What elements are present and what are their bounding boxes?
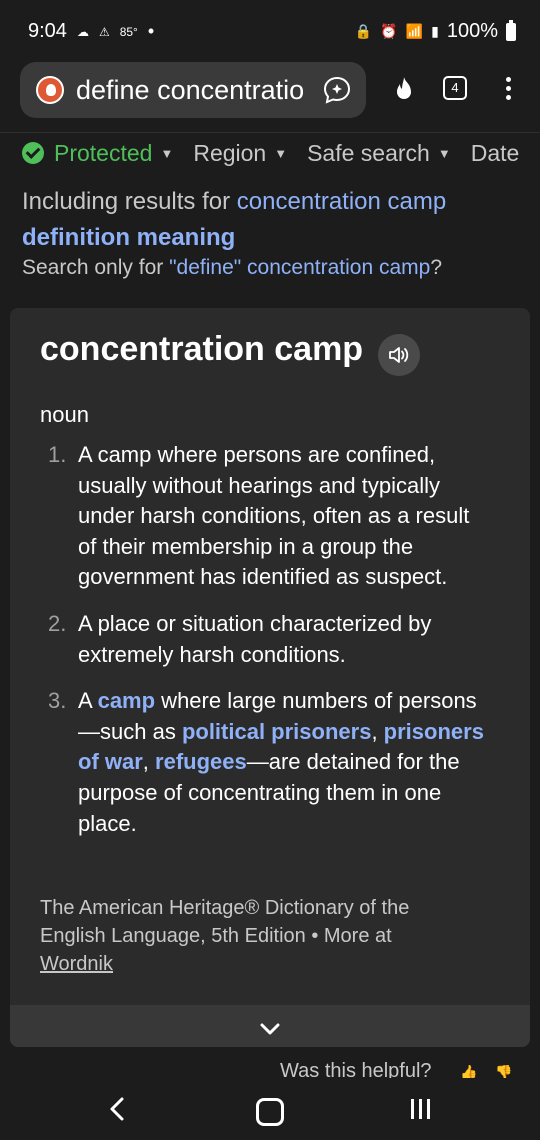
- address-bar[interactable]: define concentratio: [20, 62, 366, 118]
- including-prefix: Including results for: [22, 188, 237, 215]
- definition-card: concentration camp noun 1. A camp where …: [10, 308, 530, 1046]
- browser-toolbar: define concentratio 4: [0, 62, 540, 132]
- safe-search-filter[interactable]: Safe search ▼: [307, 140, 451, 167]
- speaker-icon[interactable]: [378, 334, 420, 376]
- including-results: Including results for concentration camp…: [22, 184, 522, 256]
- definition-item: 3. A camp where large numbers of persons…: [48, 686, 488, 839]
- definition-item: 1. A camp where persons are confined, us…: [48, 440, 488, 593]
- date-label: Date: [470, 139, 520, 166]
- search-only-for: Search only for "define" concentration c…: [22, 256, 442, 280]
- chevron-down-icon: ▼: [437, 145, 451, 161]
- text-segment: A: [78, 688, 98, 714]
- helpful-prompt: Was this helpful?: [280, 1060, 432, 1080]
- search-filters: Protected ▼ Region ▼ Safe search ▼ Date: [0, 132, 540, 173]
- search-only-suffix: ?: [430, 256, 442, 279]
- alarm-icon: ⏰: [380, 23, 398, 39]
- region-label: Region: [193, 139, 267, 166]
- definition-list: 1. A camp where persons are confined, us…: [48, 440, 488, 855]
- camp-link[interactable]: camp: [98, 688, 155, 713]
- region-filter[interactable]: Region ▼: [193, 140, 287, 167]
- date-filter[interactable]: Date: [471, 140, 520, 167]
- definition-text: A place or situation characterized by ex…: [78, 610, 432, 667]
- duck-chat-icon[interactable]: [322, 75, 352, 105]
- status-time: 9:04: [28, 20, 67, 42]
- political-prisoners-link[interactable]: political prisoners: [182, 719, 372, 744]
- cloud-sync-icon: ☁: [76, 24, 89, 39]
- temperature: 85°: [119, 24, 138, 39]
- protected-label: Protected: [54, 139, 153, 166]
- battery-icon: [506, 19, 516, 41]
- text-segment: ,: [371, 718, 384, 744]
- feedback-buttons: 👍 👎: [460, 1064, 520, 1080]
- duckduckgo-logo-icon: [36, 76, 64, 104]
- safe-search-label: Safe search: [307, 139, 430, 166]
- definition-number: 1.: [48, 442, 67, 467]
- overflow-menu-icon[interactable]: [500, 74, 516, 104]
- home-icon[interactable]: [256, 1098, 284, 1126]
- signal-icon: ▮: [431, 23, 439, 39]
- refugees-link[interactable]: refugees: [155, 749, 247, 774]
- definition-text: A camp where large numbers of persons—su…: [78, 686, 488, 839]
- chevron-down-icon: ▼: [274, 145, 288, 161]
- search-only-prefix: Search only for: [22, 256, 170, 279]
- status-bar: 9:04 ☁ ⚠ 85° • 🔒 ⏰ 📶 ▮ 100%: [0, 0, 540, 62]
- wifi-icon: 📶: [405, 23, 424, 39]
- check-circle-icon: [22, 142, 44, 164]
- warning-icon: ⚠: [98, 24, 110, 39]
- tab-switcher-button[interactable]: 4: [443, 76, 467, 100]
- system-nav-bar: [0, 1078, 540, 1140]
- corrected-query-link[interactable]: concentration camp: [237, 188, 446, 215]
- status-right: 🔒 ⏰ 📶 ▮ 100%: [354, 19, 516, 43]
- original-query-link[interactable]: "define" concentration camp: [169, 256, 430, 279]
- back-icon[interactable]: [104, 1095, 132, 1123]
- wordnik-link[interactable]: Wordnik: [40, 953, 113, 975]
- recent-apps-icon[interactable]: [408, 1098, 434, 1120]
- definition-text: A camp where persons are confined, usual…: [78, 442, 470, 590]
- corrected-query-bold[interactable]: definition meaning: [22, 224, 235, 251]
- definition-item: 2. A place or situation characterized by…: [48, 609, 488, 670]
- definition-source: The American Heritage® Dictionary of the…: [40, 897, 410, 975]
- status-left: 9:04 ☁ ⚠ 85° •: [28, 20, 154, 43]
- definition-number: 2.: [48, 610, 67, 636]
- expand-definition-button[interactable]: [10, 1005, 530, 1047]
- address-text[interactable]: define concentratio: [76, 75, 316, 106]
- definition-word: concentration camp: [40, 330, 364, 368]
- chevron-down-icon: [260, 1023, 280, 1035]
- chevron-down-icon: ▼: [160, 145, 174, 161]
- definition-number: 3.: [48, 688, 67, 714]
- lock-icon: 🔒: [354, 23, 373, 39]
- notification-dot-icon: •: [147, 21, 155, 41]
- more-at-label: More at: [323, 925, 392, 947]
- part-of-speech: noun: [40, 402, 89, 427]
- fire-button-icon[interactable]: [389, 75, 419, 105]
- protected-filter[interactable]: Protected ▼: [22, 140, 173, 167]
- battery-percent: 100%: [446, 20, 498, 42]
- text-segment: ,: [142, 749, 156, 775]
